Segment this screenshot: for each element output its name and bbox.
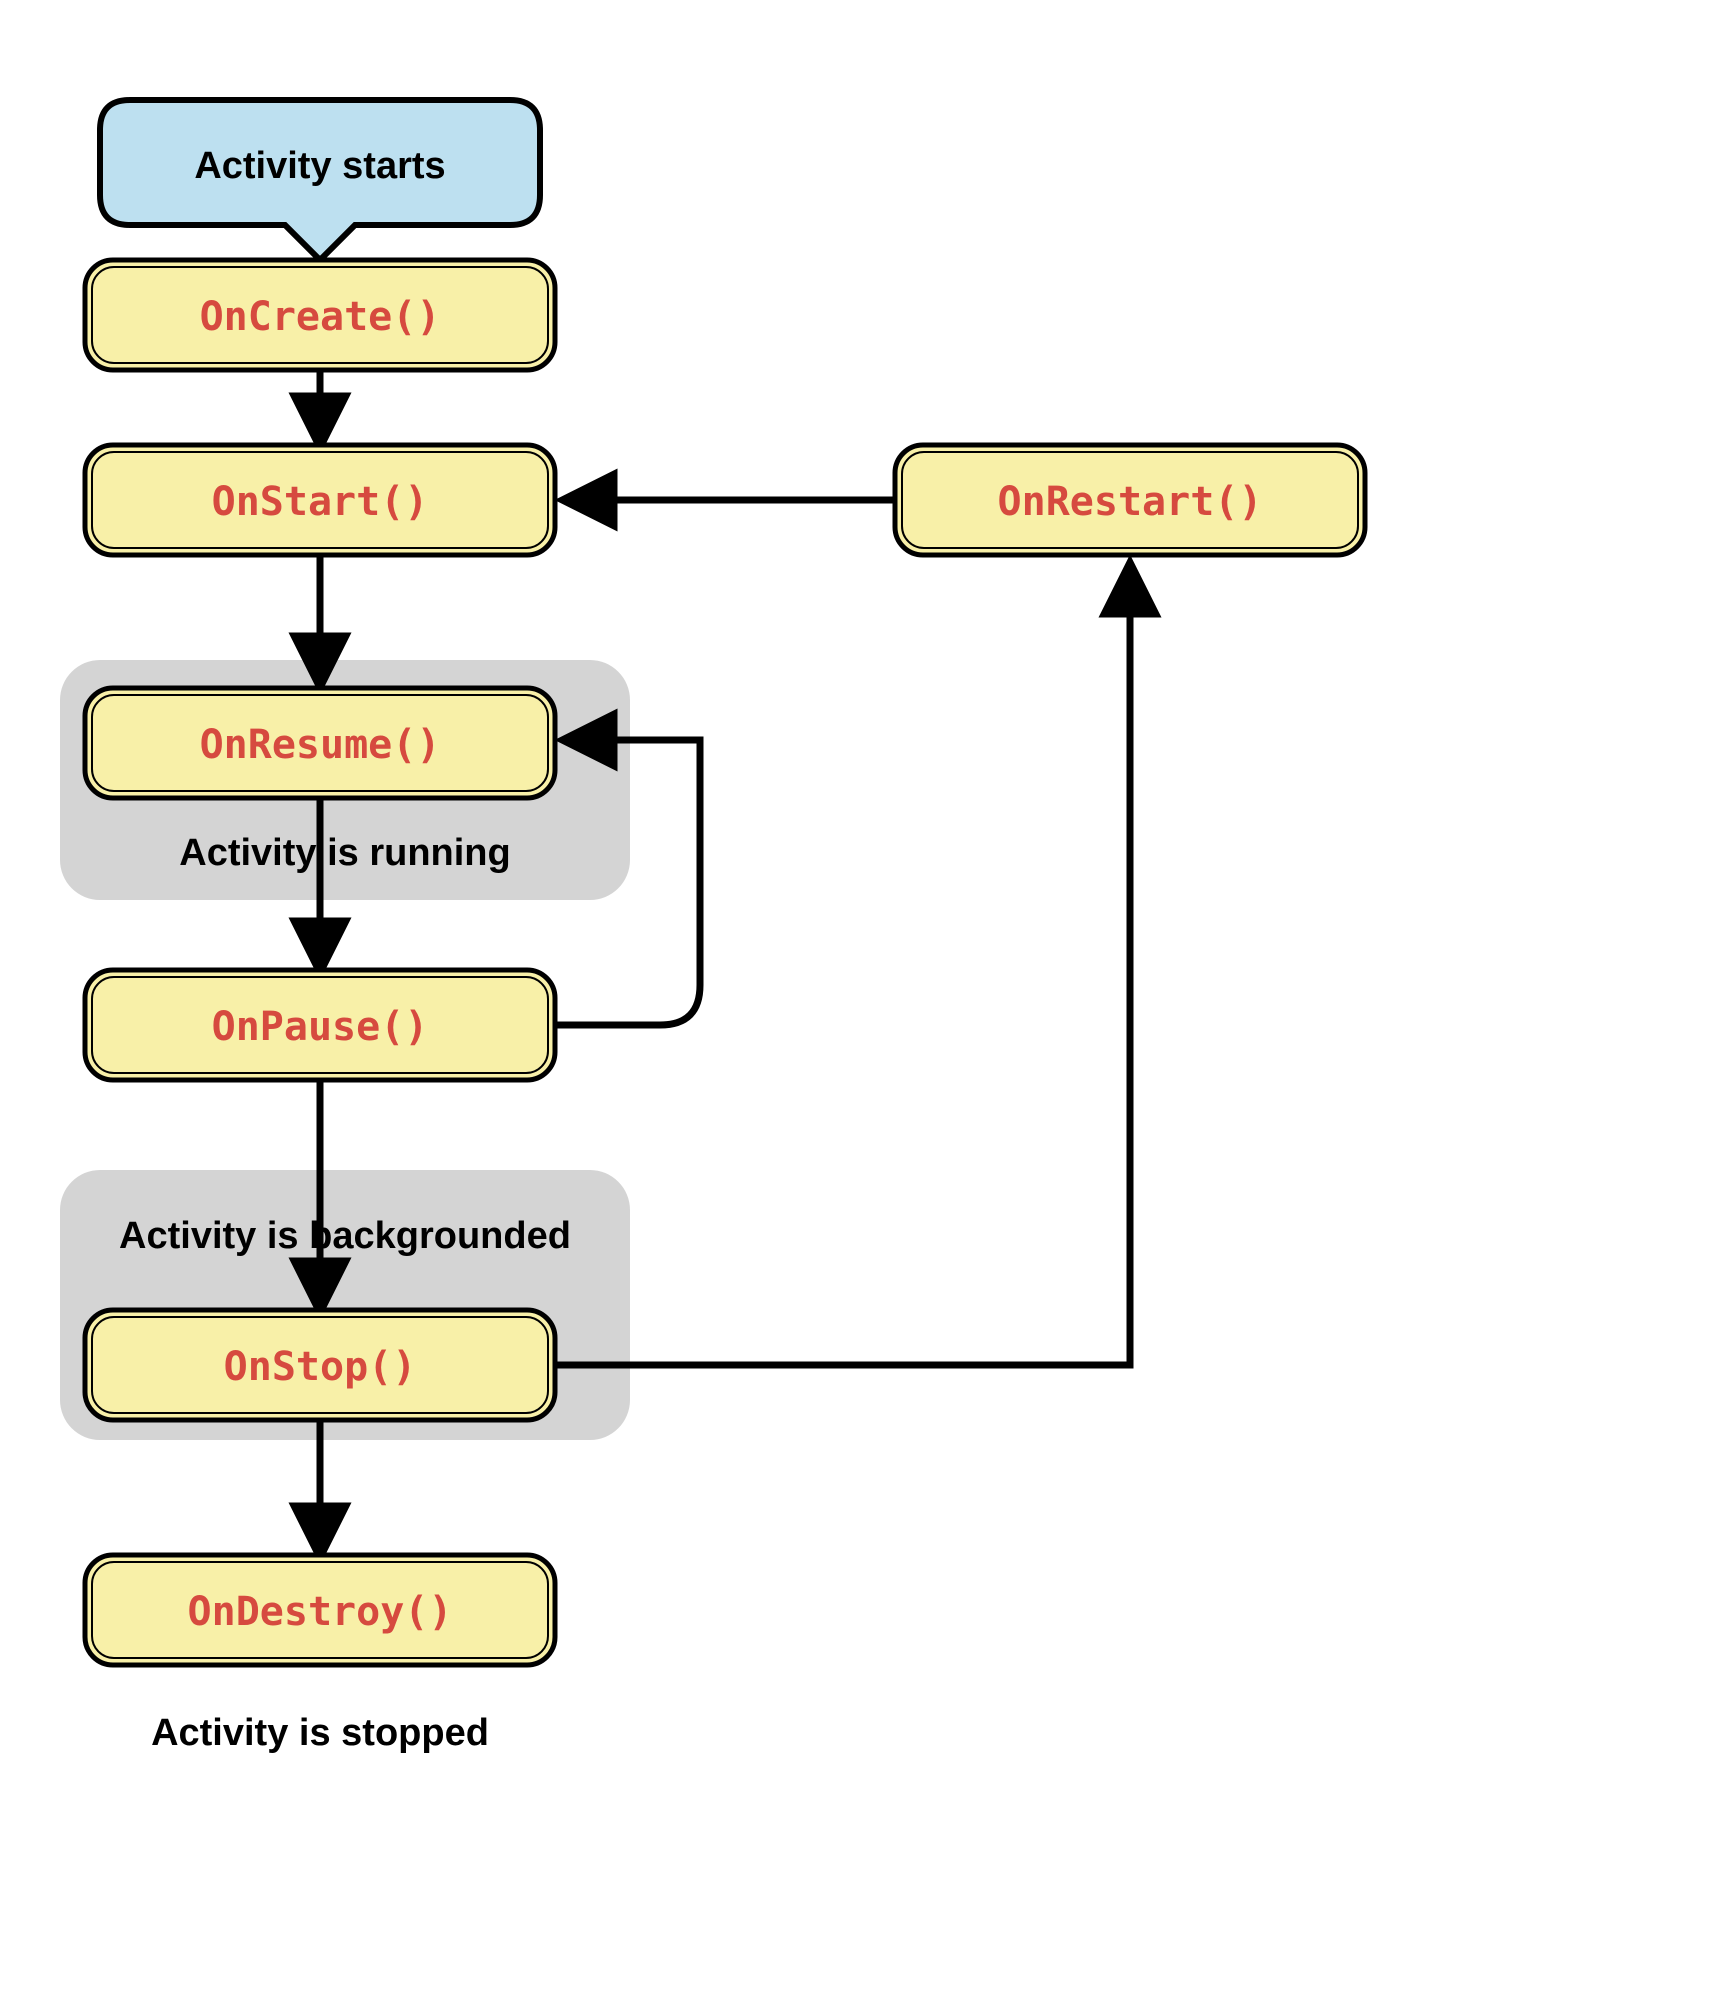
node-ondestroy-label: OnDestroy() <box>188 1589 453 1635</box>
node-onpause: OnPause() <box>85 970 555 1080</box>
node-onpause-label: OnPause() <box>212 1004 429 1050</box>
node-onresume: OnResume() <box>85 688 555 798</box>
group-stopped-label: Activity is stopped <box>151 1712 489 1754</box>
node-onrestart: OnRestart() <box>895 445 1365 555</box>
node-oncreate: OnCreate() <box>85 260 555 370</box>
group-backgrounded-label: Activity is backgrounded <box>119 1215 571 1257</box>
node-onresume-label: OnResume() <box>200 722 441 768</box>
node-activity-starts-label: Activity starts <box>194 145 445 187</box>
node-onstart-label: OnStart() <box>212 479 429 525</box>
node-ondestroy: OnDestroy() <box>85 1555 555 1665</box>
node-activity-starts: Activity starts <box>100 100 540 260</box>
node-oncreate-label: OnCreate() <box>200 294 441 340</box>
group-running-label: Activity is running <box>179 832 510 874</box>
node-onstop-label: OnStop() <box>224 1344 417 1390</box>
node-onrestart-label: OnRestart() <box>998 479 1263 525</box>
node-onstop: OnStop() <box>85 1310 555 1420</box>
node-onstart: OnStart() <box>85 445 555 555</box>
edge-onstop-to-onrestart <box>555 565 1130 1365</box>
